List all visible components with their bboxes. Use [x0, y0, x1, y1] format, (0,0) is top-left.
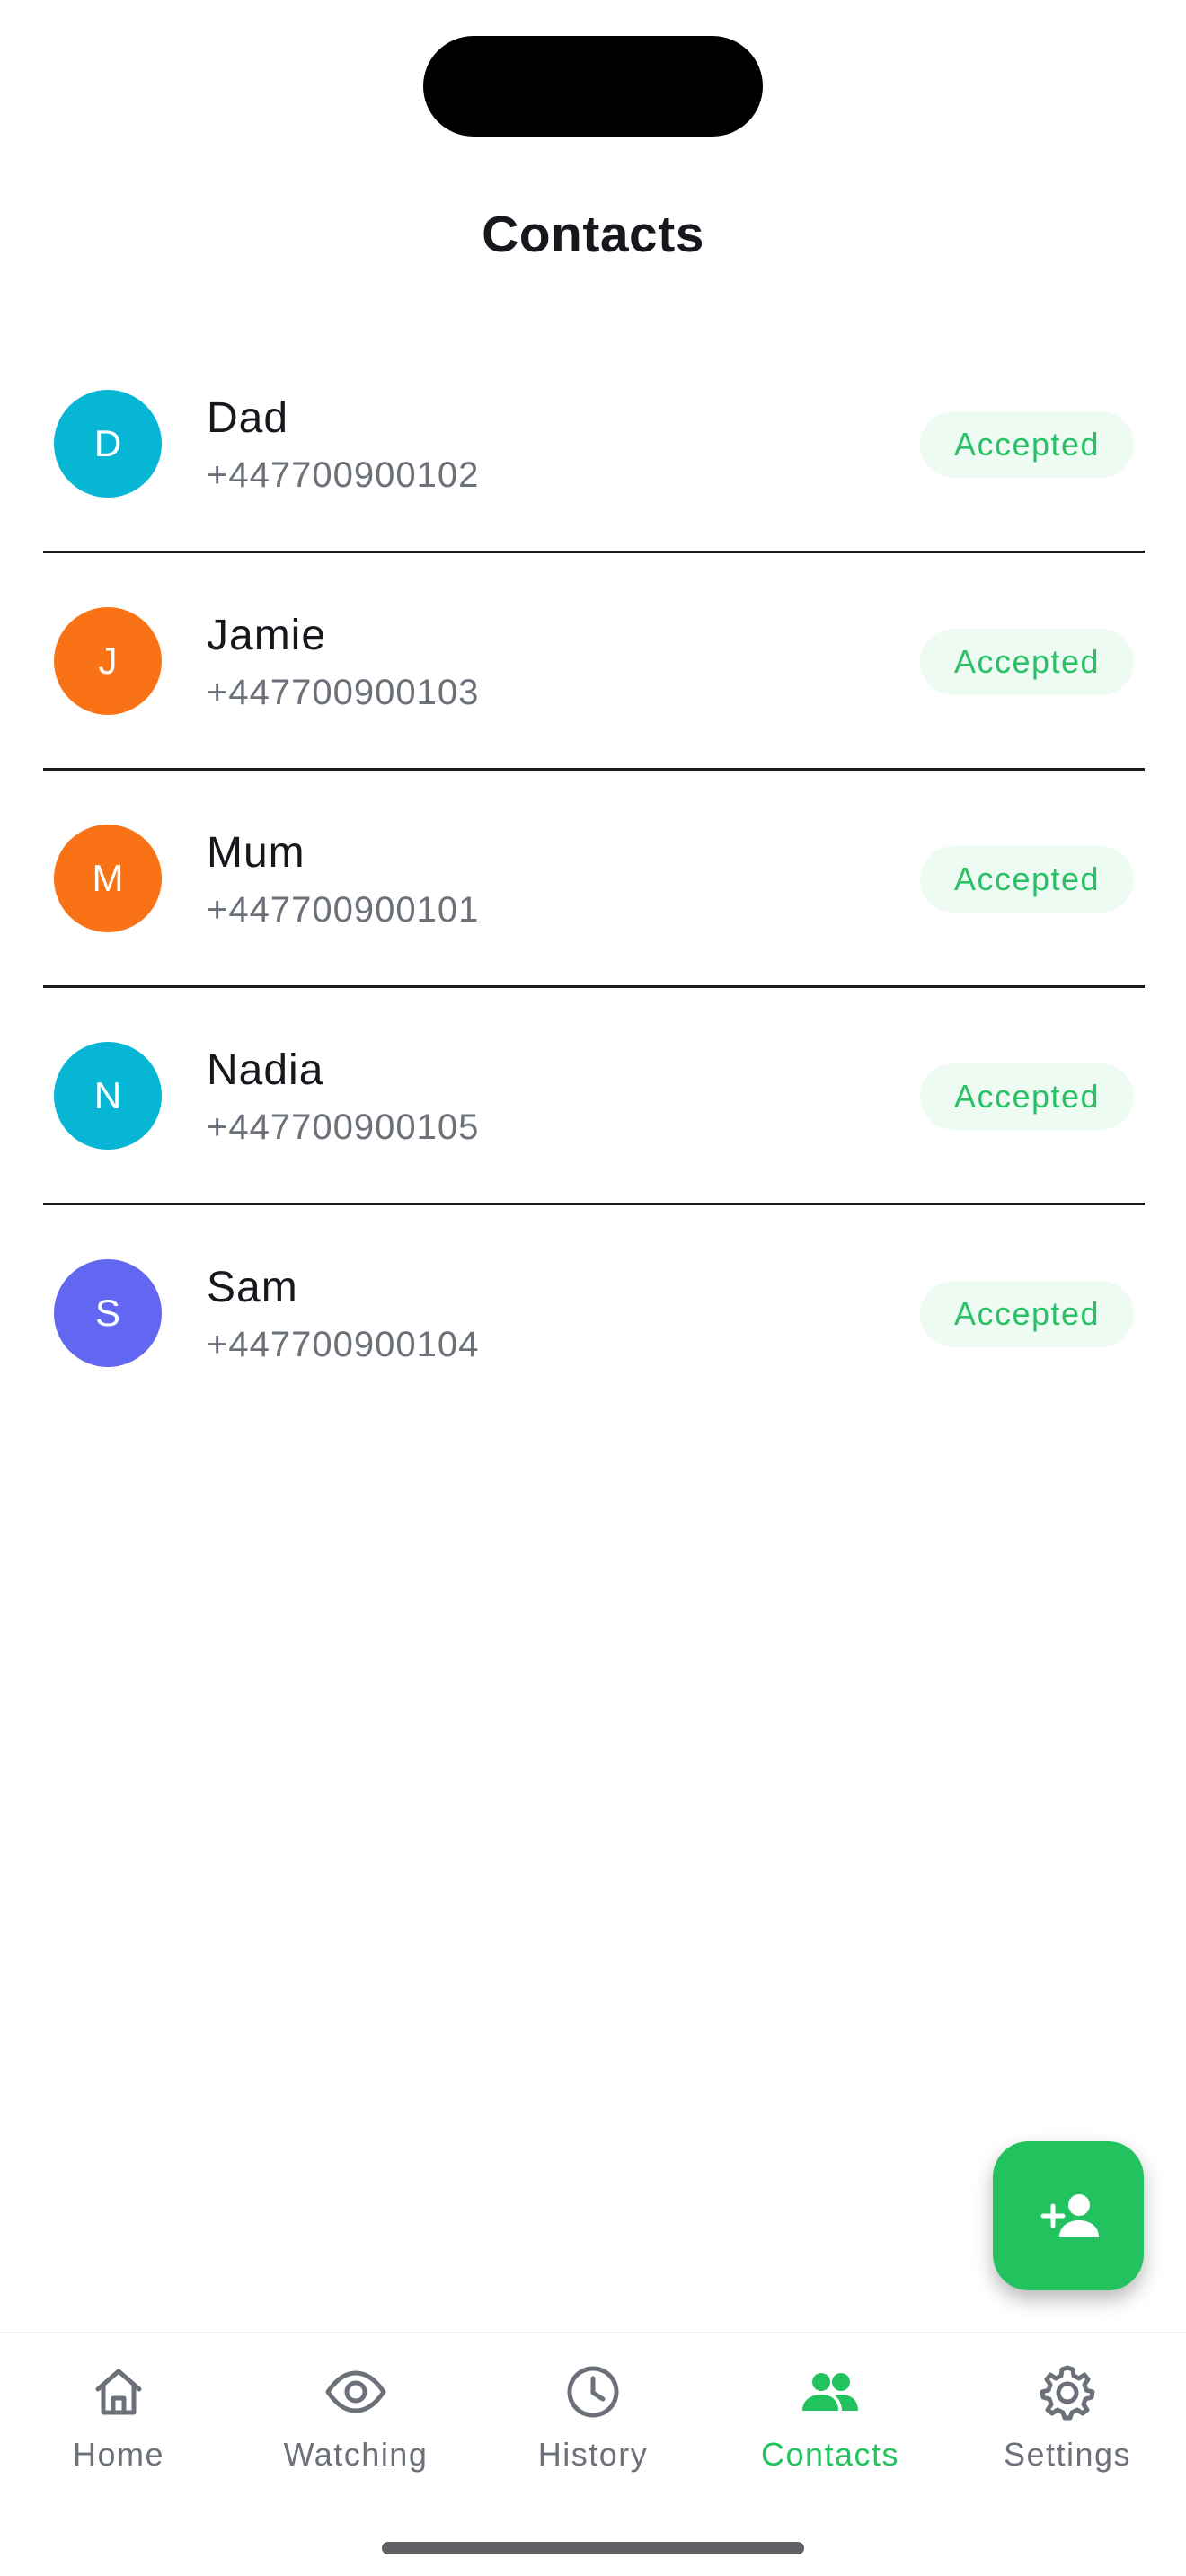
status-badge: Accepted: [920, 411, 1134, 478]
contact-phone: +447700900103: [207, 673, 480, 712]
home-indicator: [382, 2542, 804, 2554]
tab-label: History: [537, 2436, 649, 2473]
contact-list: D Dad +447700900102 Accepted J Jamie +44…: [43, 336, 1145, 1423]
dynamic-island: [423, 36, 763, 137]
contact-name: Nadia: [207, 1046, 324, 1094]
avatar: N: [54, 1042, 162, 1150]
contact-row-mum[interactable]: M Mum +447700900101 Accepted: [43, 771, 1145, 988]
status-badge: Accepted: [920, 846, 1134, 913]
tab-settings[interactable]: Settings: [949, 2360, 1186, 2495]
avatar-initial: M: [92, 857, 124, 899]
contact-row-dad[interactable]: D Dad +447700900102 Accepted: [43, 336, 1145, 553]
tab-label: Watching: [283, 2436, 429, 2473]
contacts-screen: Contacts D Dad +447700900102 Accepted J …: [0, 0, 1186, 2576]
tab-home[interactable]: Home: [0, 2360, 237, 2495]
contact-phone: +447700900105: [207, 1107, 480, 1147]
contact-name: Jamie: [207, 612, 327, 659]
home-icon: [95, 2369, 142, 2415]
page-title: Contacts: [482, 206, 704, 263]
contact-row-jamie[interactable]: J Jamie +447700900103 Accepted: [43, 553, 1145, 771]
status-badge: Accepted: [920, 1281, 1134, 1347]
avatar-initial: D: [93, 422, 122, 464]
gear-icon: [1040, 2365, 1095, 2421]
contact-name: Sam: [207, 1264, 298, 1311]
contact-row-sam[interactable]: S Sam +447700900104 Accepted: [43, 1205, 1145, 1423]
avatar: S: [54, 1259, 162, 1367]
contact-phone: +447700900101: [207, 890, 480, 930]
contact-name: Dad: [207, 394, 289, 442]
avatar: J: [54, 607, 162, 715]
contact-phone: +447700900104: [207, 1325, 480, 1364]
avatar: M: [54, 825, 162, 932]
person-add-icon: [1040, 2194, 1099, 2237]
bottom-tab-bar: Home Watching History Contacts Settings: [0, 2332, 1186, 2576]
tab-watching[interactable]: Watching: [237, 2360, 474, 2495]
page-header: Contacts: [0, 205, 1186, 264]
contact-row-nadia[interactable]: N Nadia +447700900105 Accepted: [43, 988, 1145, 1205]
status-badge: Accepted: [920, 629, 1134, 695]
status-badge: Accepted: [920, 1063, 1134, 1130]
tab-history[interactable]: History: [474, 2360, 712, 2495]
avatar-initial: S: [94, 1292, 120, 1334]
tab-label: Contacts: [760, 2436, 900, 2473]
tab-label: Home: [72, 2436, 165, 2473]
people-icon: [802, 2373, 858, 2411]
clock-icon: [567, 2366, 619, 2418]
avatar-initial: J: [98, 640, 118, 682]
eye-icon: [325, 2370, 386, 2413]
contact-name: Mum: [207, 829, 305, 877]
avatar-initial: N: [93, 1074, 122, 1116]
tab-label: Settings: [1003, 2436, 1132, 2473]
tab-contacts[interactable]: Contacts: [712, 2360, 949, 2495]
avatar: D: [54, 390, 162, 498]
contact-phone: +447700900102: [207, 455, 480, 495]
add-contact-button[interactable]: [993, 2141, 1144, 2290]
